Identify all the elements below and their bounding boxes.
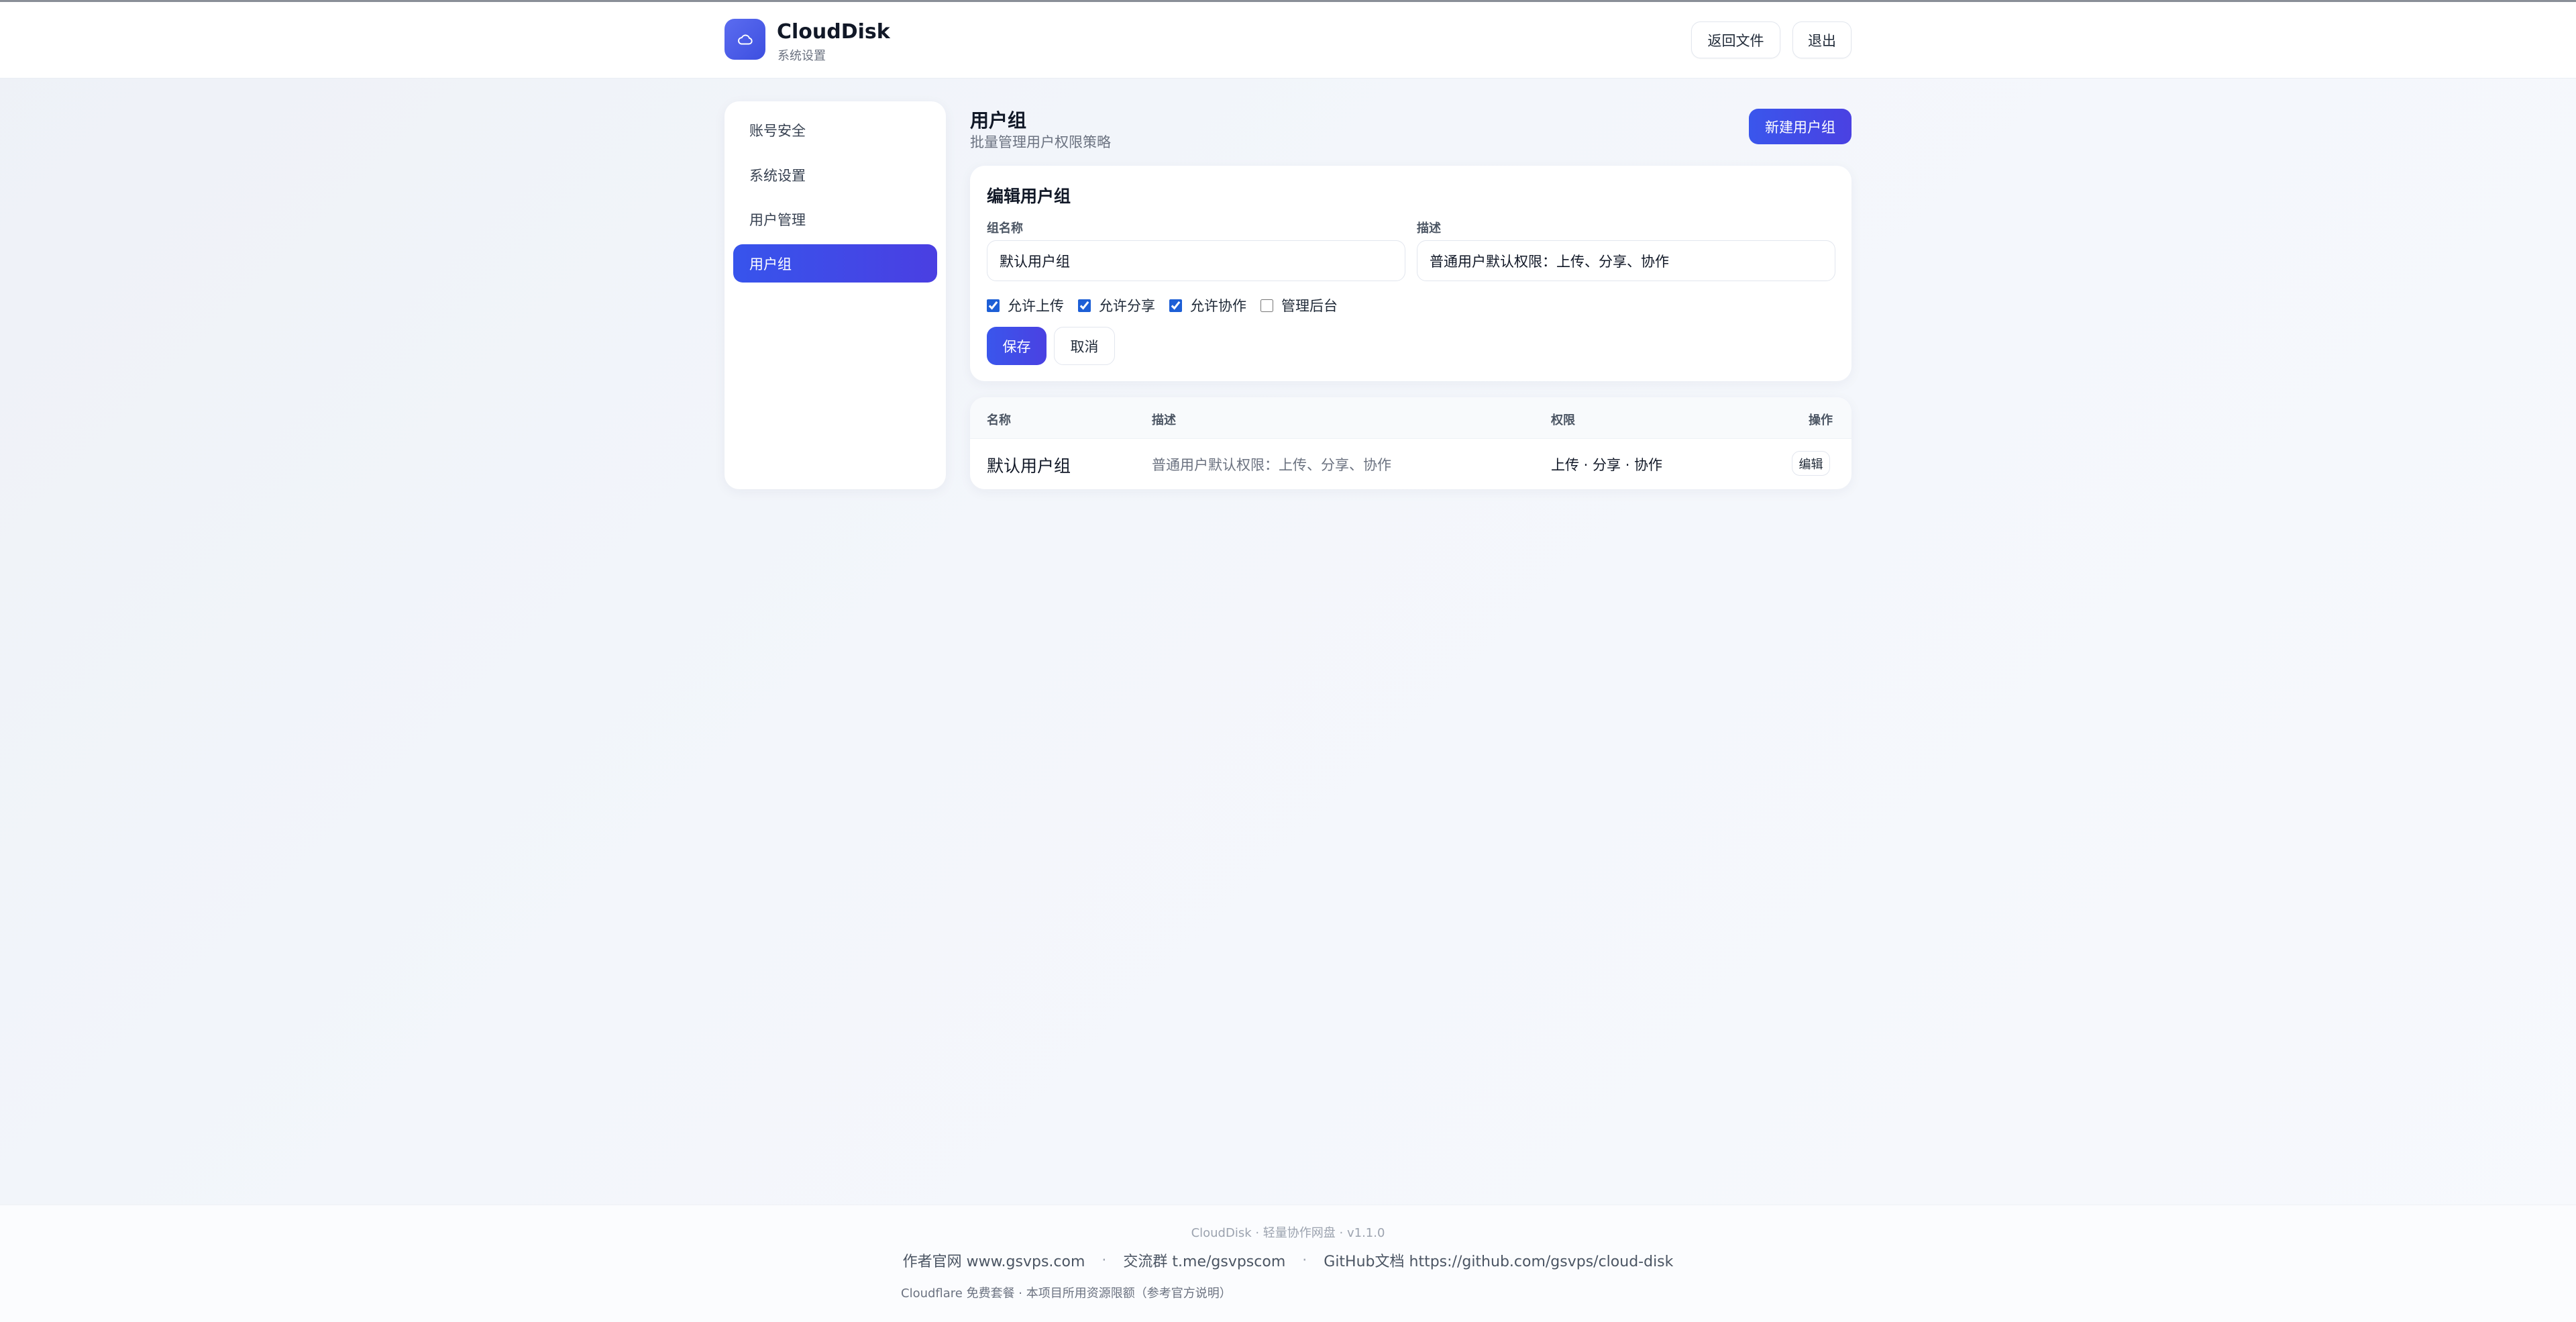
row-edit-button[interactable]: 编辑 xyxy=(1792,451,1830,476)
permission-upload[interactable]: 允许上传 xyxy=(987,295,1064,315)
footer: CloudDisk · 轻量协作网盘 · v1.1.0 作者官网 www.gsv… xyxy=(0,1205,2576,1322)
top-bar-inner: CloudDisk 系统设置 返回文件 退出 xyxy=(724,2,1851,79)
row-group-description: 普通用户默认权限：上传、分享、协作 xyxy=(1152,457,1391,473)
column-header-actions: 操作 xyxy=(1809,413,1833,427)
cloud-icon xyxy=(737,34,753,44)
permission-checkboxes: 允许上传 允许分享 允许协作 管理后台 xyxy=(987,295,1352,315)
save-button[interactable]: 保存 xyxy=(987,327,1046,365)
edit-card-title: 编辑用户组 xyxy=(987,187,1071,206)
footer-note: Cloudflare 免费套餐 · 本项目所用资源限额（参考官方说明） xyxy=(901,1286,1232,1301)
sidebar-item-user-management[interactable]: 用户管理 xyxy=(733,200,937,238)
new-user-group-button[interactable]: 新建用户组 xyxy=(1749,109,1851,144)
sidebar-item-account-security[interactable]: 账号安全 xyxy=(733,111,937,149)
footer-version: CloudDisk · 轻量协作网盘 · v1.1.0 xyxy=(1191,1226,1385,1240)
footer-links: 作者官网 www.gsvps.com · 交流群 t.me/gsvpscom ·… xyxy=(0,1250,2576,1271)
footer-separator: · xyxy=(1102,1252,1107,1269)
sidebar-item-system-settings[interactable]: 系统设置 xyxy=(733,156,937,194)
logout-button[interactable]: 退出 xyxy=(1792,21,1851,58)
permission-admin[interactable]: 管理后台 xyxy=(1260,295,1338,315)
top-bar: CloudDisk 系统设置 返回文件 退出 xyxy=(0,0,2576,79)
brand-subtitle: 系统设置 xyxy=(777,49,826,63)
admin-panel-label: 管理后台 xyxy=(1281,298,1338,314)
sidebar-item-user-groups[interactable]: 用户组 xyxy=(733,244,937,283)
settings-sidebar: 账号安全 系统设置 用户管理 用户组 xyxy=(724,101,946,489)
row-group-name: 默认用户组 xyxy=(987,456,1071,476)
brand-name: CloudDisk xyxy=(777,20,890,44)
footer-link-github[interactable]: GitHub文档 https://github.com/gsvps/cloud-… xyxy=(1324,1250,1673,1271)
footer-link-group[interactable]: 交流群 t.me/gsvpscom xyxy=(1123,1250,1285,1271)
description-field[interactable] xyxy=(1417,240,1835,281)
back-to-files-button[interactable]: 返回文件 xyxy=(1691,21,1780,58)
user-groups-table: 名称 描述 权限 操作 默认用户组 普通用户默认权限：上传、分享、协作 上传 ·… xyxy=(970,397,1851,489)
page-title: 用户组 xyxy=(970,109,1027,132)
permission-collab[interactable]: 允许协作 xyxy=(1169,295,1246,315)
admin-panel-checkbox[interactable] xyxy=(1260,299,1273,312)
group-name-field[interactable] xyxy=(987,240,1405,281)
allow-share-label: 允许分享 xyxy=(1099,298,1155,314)
page-subtitle: 批量管理用户权限策略 xyxy=(970,134,1111,150)
allow-share-checkbox[interactable] xyxy=(1078,299,1091,312)
edit-group-card: 编辑用户组 组名称 描述 允许上传 允许分享 允许协作 管理后台 保存 取消 xyxy=(970,166,1851,381)
column-header-name: 名称 xyxy=(987,413,1011,427)
allow-collab-checkbox[interactable] xyxy=(1169,299,1182,312)
row-group-permissions: 上传 · 分享 · 协作 xyxy=(1551,457,1663,473)
description-label: 描述 xyxy=(1417,221,1441,236)
group-name-label: 组名称 xyxy=(987,221,1023,236)
allow-upload-checkbox[interactable] xyxy=(987,299,1000,312)
table-header: 名称 描述 权限 操作 xyxy=(970,397,1851,439)
footer-separator: · xyxy=(1302,1252,1307,1269)
cancel-button[interactable]: 取消 xyxy=(1054,327,1115,365)
app-logo[interactable] xyxy=(724,19,765,60)
table-row: 默认用户组 普通用户默认权限：上传、分享、协作 上传 · 分享 · 协作 编辑 xyxy=(970,439,1851,489)
allow-collab-label: 允许协作 xyxy=(1190,298,1246,314)
column-header-description: 描述 xyxy=(1152,413,1176,427)
permission-share[interactable]: 允许分享 xyxy=(1078,295,1155,315)
allow-upload-label: 允许上传 xyxy=(1008,298,1064,314)
footer-link-website[interactable]: 作者官网 www.gsvps.com xyxy=(903,1250,1085,1271)
column-header-permissions: 权限 xyxy=(1551,413,1575,427)
